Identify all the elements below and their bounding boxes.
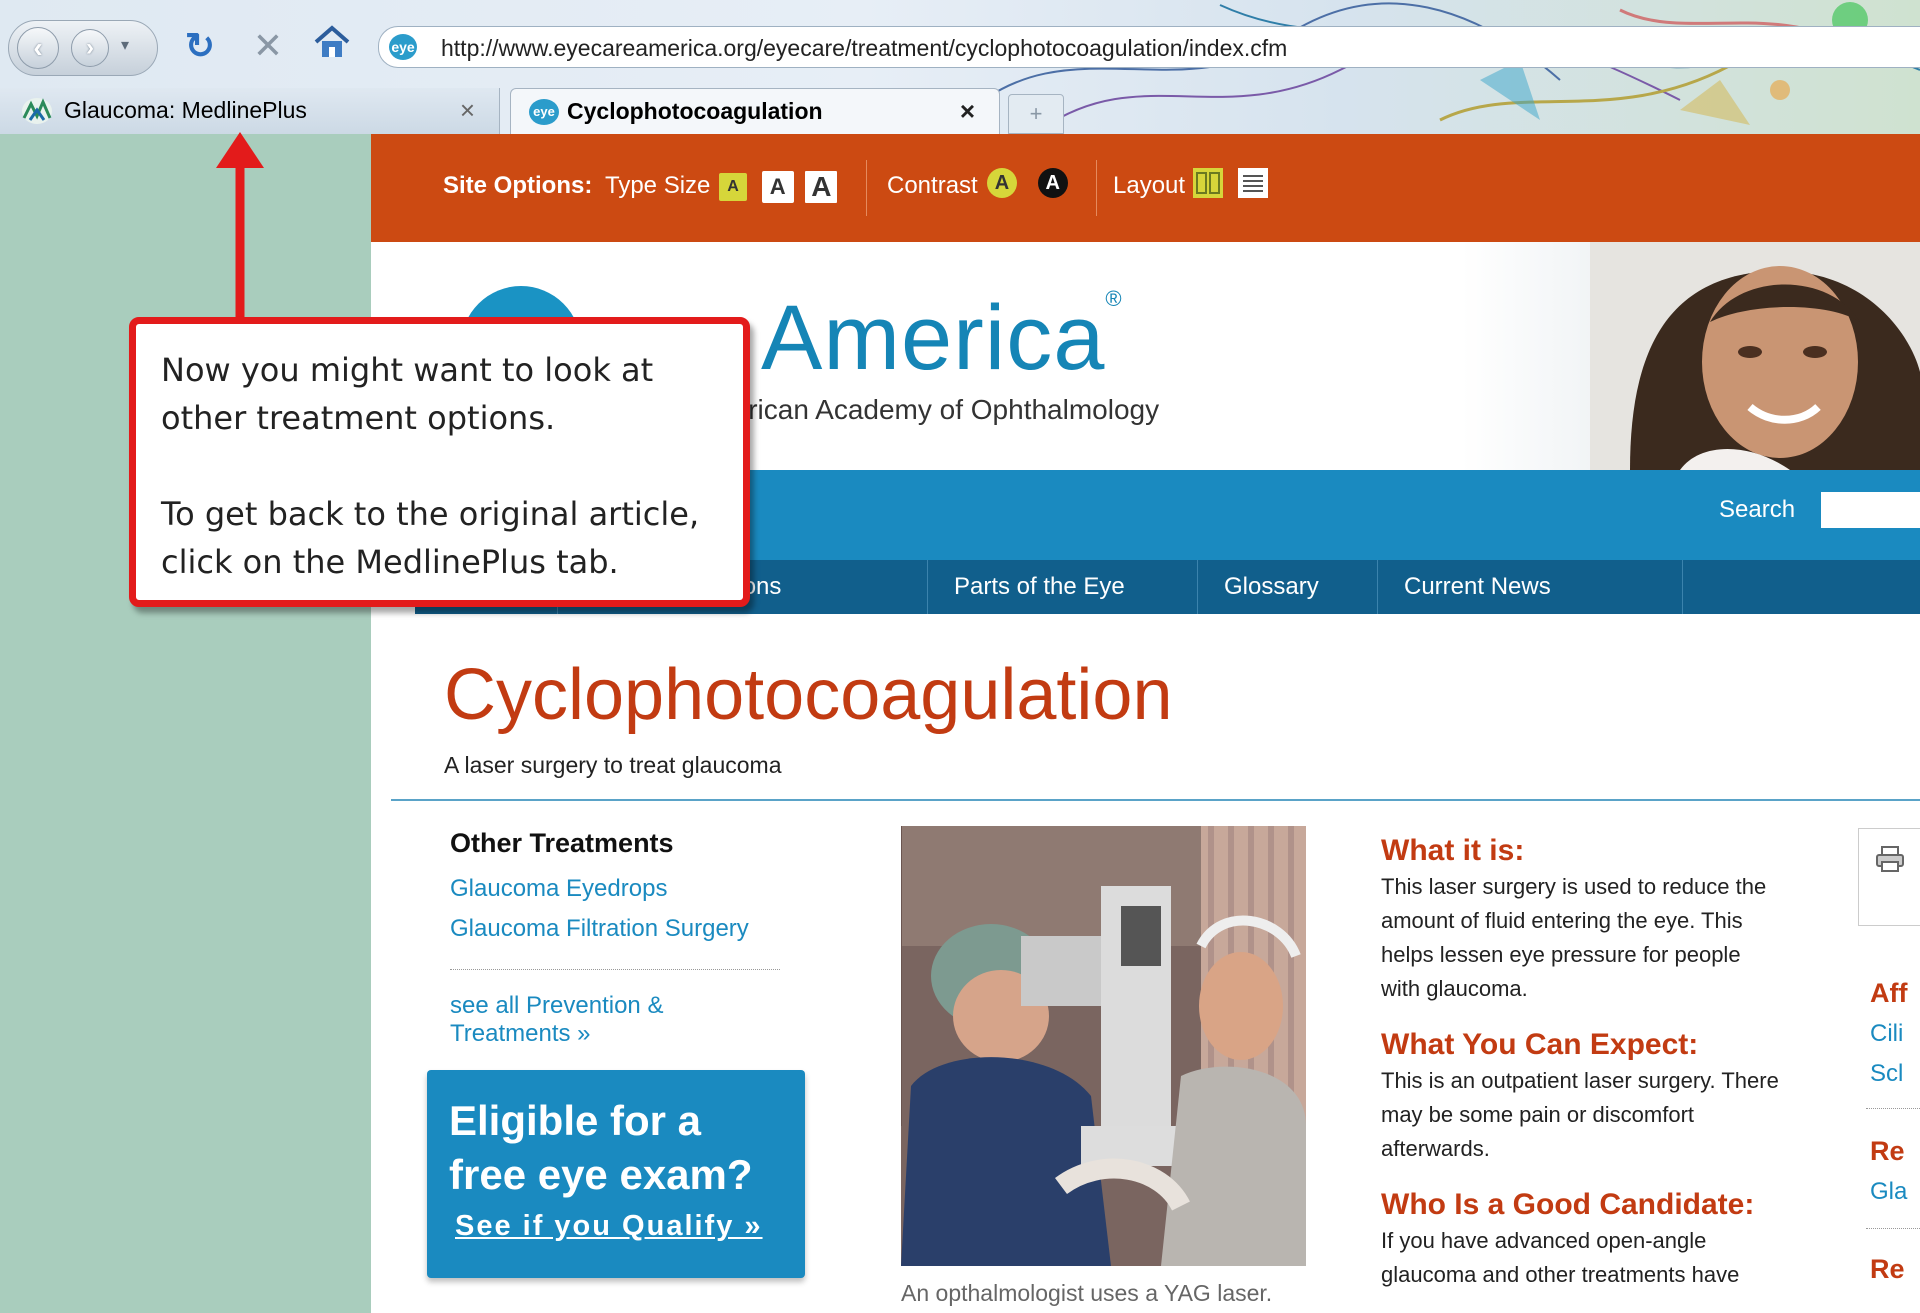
- section-heading-what-it-is: What it is:: [1381, 834, 1525, 867]
- sidebar-link[interactable]: Gla: [1870, 1178, 1907, 1206]
- callout-text: Now you might want to look at: [161, 351, 654, 389]
- layout-single-icon[interactable]: [1237, 168, 1268, 198]
- contrast-label: Contrast: [887, 172, 978, 199]
- nav-item-glossary[interactable]: Glossary: [1197, 560, 1377, 614]
- site-options-bar: Site Options: Type Size A A A Contrast A…: [371, 134, 1920, 242]
- sidebar-link[interactable]: Cili: [1870, 1020, 1903, 1048]
- other-treatments-panel: Other Treatments Glaucoma Eyedrops Glauc…: [450, 828, 780, 1048]
- divider: [1096, 160, 1097, 216]
- tab-label: Glaucoma: MedlinePlus: [64, 97, 307, 123]
- reload-icon[interactable]: ↻: [178, 24, 222, 68]
- type-size-label: Type Size: [605, 172, 711, 199]
- link-glaucoma-filtration-surgery[interactable]: Glaucoma Filtration Surgery: [450, 915, 780, 943]
- photo-caption: An opthalmologist uses a YAG laser.: [901, 1280, 1273, 1306]
- contrast-normal-button[interactable]: A: [987, 168, 1017, 198]
- divider: [450, 969, 780, 970]
- section-heading-good-candidate: Who Is a Good Candidate:: [1381, 1188, 1755, 1221]
- related-heading: Re: [1870, 1254, 1905, 1284]
- divider: [866, 160, 867, 216]
- page-subtitle: A laser surgery to treat glaucoma: [444, 752, 782, 778]
- free-eye-exam-promo[interactable]: Eligible for a free eye exam? See if you…: [427, 1070, 805, 1278]
- see-if-you-qualify-link[interactable]: See if you Qualify »: [455, 1210, 763, 1243]
- other-treatments-heading: Other Treatments: [450, 828, 674, 858]
- browser-chrome: ‹ › ▾ ↻ ✕ eye http://www.eyecareamerica.…: [0, 0, 1920, 134]
- tab-strip: Glaucoma: MedlinePlus × eye Cyclophotoco…: [0, 88, 1920, 134]
- nav-item-parts-of-the-eye[interactable]: Parts of the Eye: [927, 560, 1197, 614]
- article-body: What it is: This laser surgery is used t…: [1381, 834, 1781, 1313]
- address-bar[interactable]: eye http://www.eyecareamerica.org/eyecar…: [378, 26, 1920, 68]
- eye-favicon-icon: eye: [529, 99, 559, 125]
- yag-laser-photo: [901, 826, 1306, 1266]
- section-text: If you have advanced open-angle glaucoma…: [1381, 1228, 1740, 1287]
- callout-text: To get back to the original article,: [161, 495, 700, 533]
- link-glaucoma-eyedrops[interactable]: Glaucoma Eyedrops: [450, 875, 780, 903]
- site-options-label: Site Options:: [443, 172, 593, 199]
- medlineplus-favicon-icon: [22, 98, 52, 124]
- close-tab-icon[interactable]: ×: [960, 89, 975, 133]
- site-logo-text[interactable]: America®: [761, 286, 1123, 391]
- page-viewport: Site Options: Type Size A A A Contrast A…: [0, 134, 1920, 1313]
- nav-item-more[interactable]: [1682, 560, 1920, 614]
- contrast-high-button[interactable]: A: [1037, 168, 1068, 198]
- stop-icon[interactable]: ✕: [246, 24, 290, 68]
- printer-icon[interactable]: [1875, 845, 1905, 873]
- tab-cyclophotocoagulation[interactable]: eye Cyclophotocoagulation ×: [510, 88, 1000, 134]
- layout-columns-icon[interactable]: [1193, 168, 1223, 198]
- page-title: Cyclophotocoagulation: [444, 655, 1173, 735]
- related-heading: Re: [1870, 1136, 1905, 1166]
- nav-buttons-group: ‹ › ▾: [8, 20, 158, 76]
- print-box[interactable]: [1858, 828, 1920, 926]
- url-text[interactable]: http://www.eyecareamerica.org/eyecare/tr…: [441, 35, 1287, 62]
- right-sidebar: Aff Cili Scl Re Gla Re: [1858, 828, 1920, 1313]
- annotation-arrow: [216, 132, 264, 324]
- section-text: This laser surgery is used to reduce the…: [1381, 874, 1767, 1001]
- divider: [1866, 1108, 1920, 1109]
- type-size-large-button[interactable]: A: [804, 170, 839, 204]
- divider: [1866, 1228, 1920, 1229]
- search-label: Search: [1719, 496, 1796, 523]
- type-size-medium-button[interactable]: A: [761, 171, 794, 203]
- affected-parts-heading: Aff: [1870, 978, 1908, 1008]
- new-tab-button[interactable]: +: [1008, 94, 1064, 134]
- layout-label: Layout: [1113, 172, 1186, 199]
- sidebar-link[interactable]: Scl: [1870, 1060, 1903, 1088]
- callout-text: other treatment options.: [161, 399, 556, 437]
- back-button[interactable]: ‹: [17, 27, 59, 69]
- search-input[interactable]: [1821, 492, 1920, 528]
- forward-button[interactable]: ›: [71, 29, 109, 67]
- type-size-small-button[interactable]: A: [719, 173, 747, 201]
- section-heading-what-you-can-expect: What You Can Expect:: [1381, 1028, 1699, 1061]
- promo-title: Eligible for a free eye exam?: [449, 1097, 753, 1198]
- divider: [391, 799, 1920, 801]
- browser-toolbar: ‹ › ▾ ↻ ✕ eye http://www.eyecareamerica.…: [0, 0, 1920, 84]
- callout-text: click on the MedlinePlus tab.: [161, 543, 619, 581]
- website: Site Options: Type Size A A A Contrast A…: [371, 134, 1920, 1313]
- see-all-treatments-link[interactable]: see all Prevention & Treatments »: [450, 992, 780, 1048]
- tab-label: Cyclophotocoagulation: [567, 98, 823, 124]
- section-text: This is an outpatient laser surgery. The…: [1381, 1068, 1779, 1161]
- site-favicon-icon: eye: [389, 34, 417, 60]
- header-photo: [1590, 242, 1920, 470]
- history-dropdown-icon[interactable]: ▾: [121, 35, 129, 55]
- close-tab-icon[interactable]: ×: [460, 88, 475, 132]
- registered-mark: ®: [1105, 286, 1123, 311]
- annotation-callout: Now you might want to look at other trea…: [129, 317, 750, 607]
- nav-item-current-news[interactable]: Current News: [1377, 560, 1682, 614]
- home-icon[interactable]: [310, 24, 354, 68]
